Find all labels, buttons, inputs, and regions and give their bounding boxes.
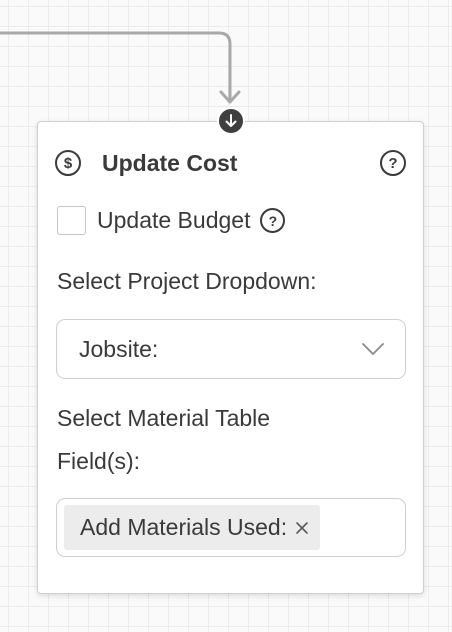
update-cost-node[interactable]: $ Update Cost ? Update Budget ? Select P… <box>37 121 424 594</box>
project-dropdown-value: Jobsite: <box>79 335 159 362</box>
update-budget-checkbox[interactable] <box>57 206 86 235</box>
chevron-down-icon <box>362 343 384 355</box>
close-icon[interactable] <box>294 520 310 536</box>
project-dropdown[interactable]: Jobsite: <box>56 319 406 379</box>
update-budget-row: Update Budget ? <box>57 206 286 235</box>
project-dropdown-label: Select Project Dropdown: <box>57 268 317 294</box>
arrow-down-circle-icon[interactable] <box>217 107 245 135</box>
dollar-circle-icon: $ <box>55 150 81 176</box>
node-title: Update Cost <box>102 149 238 176</box>
material-fields-label: Select Material Table Field(s): <box>57 405 271 474</box>
tag-label: Add Materials Used: <box>80 514 288 540</box>
selected-field-tag: Add Materials Used: <box>64 505 321 550</box>
node-header: $ Update Cost ? <box>55 148 406 178</box>
question-circle-icon[interactable]: ? <box>380 150 406 176</box>
update-budget-help-icon[interactable]: ? <box>260 208 286 233</box>
material-fields-select[interactable]: Add Materials Used: <box>56 498 406 557</box>
update-budget-label[interactable]: Update Budget <box>97 207 250 234</box>
